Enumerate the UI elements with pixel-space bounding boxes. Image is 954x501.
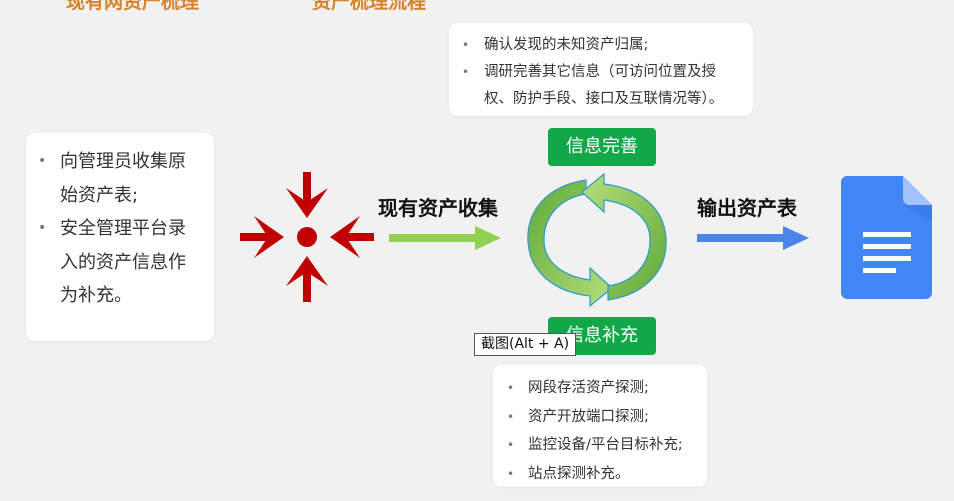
source-line-5: 为补充。 — [60, 285, 132, 306]
supplement-item: 监控设备/平台目标补充; — [507, 431, 701, 460]
document-icon — [841, 176, 932, 299]
cycle-top-pill: 信息完善 — [548, 128, 656, 166]
section-title-left: 现有网资产梳理 — [66, 0, 200, 13]
refine-card: 确认发现的未知资产归属; 调研完善其它信息（可访问位置及授 权、防护手段、接口及… — [449, 23, 753, 116]
supplement-card: 网段存活资产探测; 资产开放端口探测; 监控设备/平台目标补充; 站点探测补充。 — [493, 365, 707, 489]
source-card: 向管理员收集原 始资产表; 安全管理平台录 入的资产信息作 为补充。 — [26, 133, 214, 341]
refine-line-3: 权、防护手段、接口及互联情况等）。 — [484, 91, 724, 107]
source-item-platform: 安全管理平台录 入的资产信息作 为补充。 — [38, 212, 196, 313]
source-line-2: 始资产表; — [60, 184, 139, 206]
section-title-right: 资产梳理流程 — [312, 0, 427, 13]
refine-line-1: 确认发现的未知资产归属; — [484, 37, 649, 53]
collect-label: 现有资产收集 — [378, 196, 498, 220]
cycle-arrows-icon — [527, 172, 667, 308]
supplement-item: 站点探测补充。 — [507, 460, 701, 489]
refine-line-2: 调研完善其它信息（可访问位置及授 — [484, 64, 716, 80]
source-item-admin: 向管理员收集原 始资产表; — [38, 145, 196, 212]
refine-item-research: 调研完善其它信息（可访问位置及授 权、防护手段、接口及互联情况等）。 — [462, 59, 743, 113]
source-line-4: 入的资产信息作 — [60, 251, 186, 273]
output-arrow-icon — [697, 226, 809, 250]
converge-arrows-icon — [240, 172, 374, 302]
collect-arrow-icon — [389, 226, 501, 250]
supplement-item: 资产开放端口探测; — [507, 403, 701, 432]
source-line-3: 安全管理平台录 — [60, 218, 186, 239]
output-label: 输出资产表 — [697, 196, 797, 220]
supplement-item: 网段存活资产探测; — [507, 374, 701, 403]
source-line-1: 向管理员收集原 — [60, 151, 186, 172]
refine-item-confirm: 确认发现的未知资产归属; — [462, 32, 743, 59]
screenshot-tooltip: 截图(Alt + A) — [474, 333, 577, 356]
